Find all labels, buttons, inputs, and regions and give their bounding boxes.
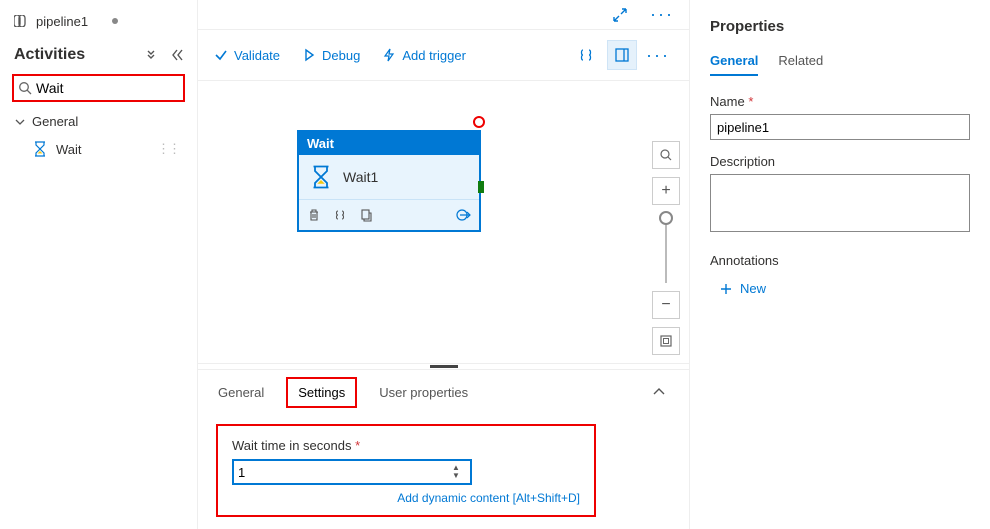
spinner-icon[interactable]: ▲▼ [452,464,466,480]
zoom-controls: + − [643,81,689,363]
tab-settings[interactable]: Settings [286,377,357,408]
description-textarea[interactable] [710,174,970,232]
code-icon[interactable] [329,204,351,226]
wait-time-label: Wait time in seconds * [232,438,580,453]
hourglass-icon [309,165,333,189]
error-marker-icon [473,116,485,128]
tab-user-properties[interactable]: User properties [377,375,470,410]
name-input[interactable] [710,114,970,140]
pipeline-tab-label: pipeline1 [36,14,88,29]
description-label: Description [710,154,970,169]
chevron-down-icon [14,116,26,128]
zoom-in-button[interactable]: + [652,177,680,205]
output-arrow-icon[interactable] [453,204,475,226]
pipeline-tab[interactable]: pipeline1 [14,14,118,29]
file-tab-strip: pipeline1 [8,6,189,36]
expand-icon[interactable] [605,0,635,30]
debug-label: Debug [322,48,360,63]
pipeline-toolbar: Validate Debug Add trigger ··· [198,30,689,81]
add-trigger-label: Add trigger [402,48,466,63]
highlight-box: Wait time in seconds * ▲▼ Add dynamic co… [216,424,596,517]
validate-button[interactable]: Validate [214,48,280,63]
zoom-slider-thumb[interactable] [659,211,673,225]
collapse-all-icon[interactable] [147,49,161,61]
wait-time-input[interactable] [238,465,452,480]
properties-title: Properties [710,18,970,35]
add-trigger-button[interactable]: Add trigger [382,48,466,63]
plus-icon [720,283,732,295]
zoom-search-button[interactable] [652,141,680,169]
wait-time-input-wrap[interactable]: ▲▼ [232,459,472,485]
activities-title: Activities [14,46,85,64]
group-general[interactable]: General [8,108,189,135]
node-type-label: Wait [299,132,479,155]
add-annotation-button[interactable]: New [710,281,766,296]
validate-label: Validate [234,48,280,63]
search-icon [18,81,32,95]
center-area: ··· Validate Debug Add trigger [198,0,690,529]
activities-search-input[interactable] [32,80,179,96]
add-dynamic-content-link[interactable]: Add dynamic content [Alt+Shift+D] [232,491,580,505]
activities-panel: pipeline1 Activities General [0,0,198,529]
debug-button[interactable]: Debug [302,48,360,63]
activity-wait[interactable]: Wait ⋮⋮ [8,135,189,163]
dirty-indicator-icon [112,18,118,24]
hide-panel-icon[interactable] [169,49,183,61]
add-annotation-label: New [740,281,766,296]
wait-activity-node[interactable]: Wait Wait1 [298,131,480,231]
tab-general[interactable]: General [216,375,266,410]
zoom-fit-button[interactable] [652,327,680,355]
activities-search[interactable] [12,74,185,102]
hourglass-icon [32,141,48,157]
drag-grip-icon[interactable]: ⋮⋮ [157,141,179,157]
collapse-panel-icon[interactable] [647,387,671,397]
trigger-icon [382,48,396,62]
node-name-label: Wait1 [343,169,378,185]
properties-pane: Properties General Related Name * Descri… [690,0,990,529]
play-icon [302,48,316,62]
zoom-out-button[interactable]: − [652,291,680,319]
activity-settings-panel: General Settings User properties Wait ti… [198,369,689,529]
more-icon[interactable]: ··· [647,0,677,30]
node-output-port[interactable] [478,181,484,193]
name-label: Name * [710,94,970,109]
group-general-label: General [32,114,78,129]
props-tab-general[interactable]: General [710,53,758,76]
copy-icon[interactable] [355,204,377,226]
props-tab-related[interactable]: Related [778,53,823,76]
activity-wait-label: Wait [56,142,82,157]
check-icon [214,48,228,62]
design-canvas[interactable]: Wait Wait1 [198,81,643,363]
pipeline-icon [14,15,30,27]
toolbar-more-icon[interactable]: ··· [643,40,673,70]
annotations-label: Annotations [710,253,970,268]
delete-icon[interactable] [303,204,325,226]
zoom-slider[interactable] [665,213,667,283]
properties-pane-icon[interactable] [607,40,637,70]
code-view-icon[interactable] [571,40,601,70]
